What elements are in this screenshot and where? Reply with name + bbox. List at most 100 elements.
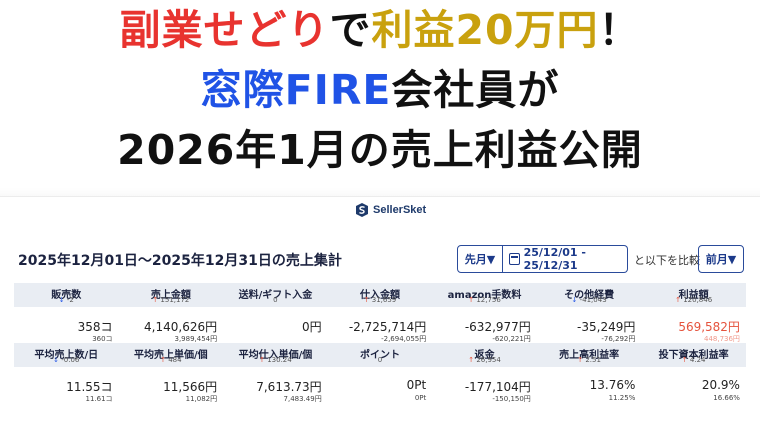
metric-value: 11.55コ xyxy=(66,380,113,394)
metric-value: 4,140,626円 xyxy=(144,320,218,334)
metric-change: ↑ 12,756 xyxy=(432,296,537,304)
metric-change-value: 0 xyxy=(377,356,383,364)
metric-value: -2,725,714円 xyxy=(348,320,427,334)
arrow-up-icon: ↑ xyxy=(160,356,169,364)
metric-value-cell: -177,104円 -150,150円 xyxy=(432,375,537,405)
arrow-up-icon: ↑ xyxy=(363,296,372,304)
date-range-text: 25/12/01 - 25/12/31 xyxy=(523,246,586,272)
metric-change: ↑ 31,659 xyxy=(328,296,433,304)
metric-header: 利益額 ↑ 120,846 xyxy=(641,283,746,307)
metric-value: 0Pt xyxy=(406,378,427,392)
metric-value: -632,977円 xyxy=(464,320,531,334)
metric-value-cell: 13.76% 11.25% xyxy=(537,375,642,405)
sellersket-logo-icon xyxy=(356,203,368,217)
metric-change-value: 26,954 xyxy=(476,356,501,364)
banner-title-line3: 2026年1月の売上利益公開 xyxy=(117,126,643,174)
brand-name: SellerSket xyxy=(373,204,427,216)
metric-value-cell: 11,566円 11,082円 xyxy=(119,375,224,405)
metrics-value-row-2: 11.55コ 11.61コ 11,566円 11,082円 7,613.73円 7,483… xyxy=(14,375,746,405)
metric-change-value: 120,846 xyxy=(683,296,713,304)
metric-previous-value: -150,150円 xyxy=(492,395,531,403)
metric-change: ↑ 484 xyxy=(119,356,224,364)
metric-value-cell: -35,249円 -76,292円 xyxy=(537,315,642,345)
metric-header: amazon手数料 ↑ 12,756 xyxy=(432,283,537,307)
period-select[interactable]: 先月▼ xyxy=(457,245,503,273)
metric-value: 11,566円 xyxy=(163,380,218,394)
metric-header: 平均仕入単価/個 ↑ 130.24 xyxy=(223,343,328,367)
metrics-header-row-2: 平均売上数/日 ↓ -0.06 平均売上単価/個 ↑ 484 平均仕入単価/個 ↑ 130… xyxy=(14,343,746,367)
calendar-icon xyxy=(509,253,520,265)
metric-value-cell: 11.55コ 11.61コ xyxy=(14,375,119,405)
metric-change: ↑ 130.24 xyxy=(223,356,328,364)
metric-header: 仕入金額 ↑ 31,659 xyxy=(328,283,433,307)
metric-value-cell: 358コ 360コ xyxy=(14,315,119,345)
metric-header: 売上金額 ↑ 151,172 xyxy=(119,283,224,307)
metric-previous-value: 0Pt xyxy=(414,394,427,402)
compare-period-select[interactable]: 前月▼ xyxy=(698,245,744,273)
metric-value-cell: 0Pt 0Pt xyxy=(328,375,433,405)
metric-change-value: 2.51 xyxy=(585,356,601,364)
metric-change-value: 484 xyxy=(168,356,182,364)
metric-value-cell: 20.9% 16.66% xyxy=(641,375,746,405)
banner-segment: で xyxy=(329,6,372,54)
banner-segment: 窓際FIRE xyxy=(200,66,392,114)
metric-change-value: 130.24 xyxy=(267,356,292,364)
arrow-down-icon: ↓ xyxy=(58,296,67,304)
compare-label: と以下を比較 xyxy=(634,254,700,267)
banner-segment: 利益20万円 xyxy=(371,6,599,54)
metric-change-value: 31,659 xyxy=(371,296,397,304)
metric-previous-value: 7,483.49円 xyxy=(283,395,322,403)
metric-change: ↑ 151,172 xyxy=(119,296,224,304)
metric-change-value: 151,172 xyxy=(160,296,190,304)
metric-previous-value: 16.66% xyxy=(713,394,740,402)
banner-segment: 会社員が xyxy=(391,66,560,114)
metric-change: ↑ 2.51 xyxy=(537,356,642,364)
metric-value: 569,582円 xyxy=(678,320,740,334)
metric-value: 7,613.73円 xyxy=(256,380,322,394)
metric-change: ↓ -41,043 xyxy=(537,296,642,304)
metric-header: その他経費 ↓ -41,043 xyxy=(537,283,642,307)
metric-previous-value: 11.61コ xyxy=(85,395,113,403)
metric-previous-value: 11.25% xyxy=(608,394,636,402)
report-heading: 2025年12月01日〜2025年12月31日の売上集計 xyxy=(18,253,342,269)
metric-change-value: -2 xyxy=(66,296,74,304)
arrow-up-icon: ↑ xyxy=(681,356,690,364)
metric-header: ポイント 0 xyxy=(328,343,433,367)
metric-change: ↑ 26,954 xyxy=(432,356,537,364)
metric-header: 平均売上数/日 ↓ -0.06 xyxy=(14,343,119,367)
metric-change: ↓ -2 xyxy=(14,296,119,304)
metric-value-cell: -2,725,714円 -2,694,055円 xyxy=(328,315,433,345)
banner-title-line2: 窓際FIRE会社員が xyxy=(0,62,760,118)
metric-value: 358コ xyxy=(77,320,113,334)
date-range-picker[interactable]: 25/12/01 - 25/12/31 xyxy=(503,245,628,273)
banner-segment: ！ xyxy=(598,6,641,54)
metric-value: 20.9% xyxy=(701,378,740,392)
metric-change-value: 12,756 xyxy=(476,296,501,304)
metric-change-value: -41,043 xyxy=(579,296,607,304)
metric-change: ↓ -0.06 xyxy=(14,356,119,364)
metric-value-cell: 569,582円 448,736円 xyxy=(641,315,746,345)
metric-value-cell: 7,613.73円 7,483.49円 xyxy=(223,375,328,405)
metric-change-value: 4.24 xyxy=(689,356,706,364)
metric-value-cell: -632,977円 -620,221円 xyxy=(432,315,537,345)
metric-header: 平均売上単価/個 ↑ 484 xyxy=(119,343,224,367)
banner-segment: 副業せどり xyxy=(119,6,330,54)
metric-header: 返金 ↑ 26,954 xyxy=(432,343,537,367)
metric-value: 0円 xyxy=(302,320,322,334)
metric-change: 0 xyxy=(223,296,328,304)
banner-title-line1: 副業せどりで利益20万円！ xyxy=(0,2,760,58)
brand-header: SellerSket xyxy=(355,201,426,219)
metric-value: 13.76% xyxy=(589,378,636,392)
metrics-value-row-1: 358コ 360コ 4,140,626円 3,989,454円 0円 -2,725,714… xyxy=(14,315,746,345)
metric-change-value: -0.06 xyxy=(61,356,80,364)
metric-change: ↑ 120,846 xyxy=(641,296,746,304)
arrow-up-icon: ↑ xyxy=(259,356,268,364)
metric-change-value: 0 xyxy=(273,296,278,304)
metric-value: -35,249円 xyxy=(577,320,636,334)
metric-previous-value: 11,082円 xyxy=(185,395,218,403)
metric-header: 販売数 ↓ -2 xyxy=(14,283,119,307)
metric-change: ↑ 4.24 xyxy=(641,356,746,364)
metric-header: 送料/ギフト入金 0 xyxy=(223,283,328,307)
metric-value-cell: 4,140,626円 3,989,454円 xyxy=(119,315,224,345)
metric-value-cell: 0円 xyxy=(223,315,328,345)
